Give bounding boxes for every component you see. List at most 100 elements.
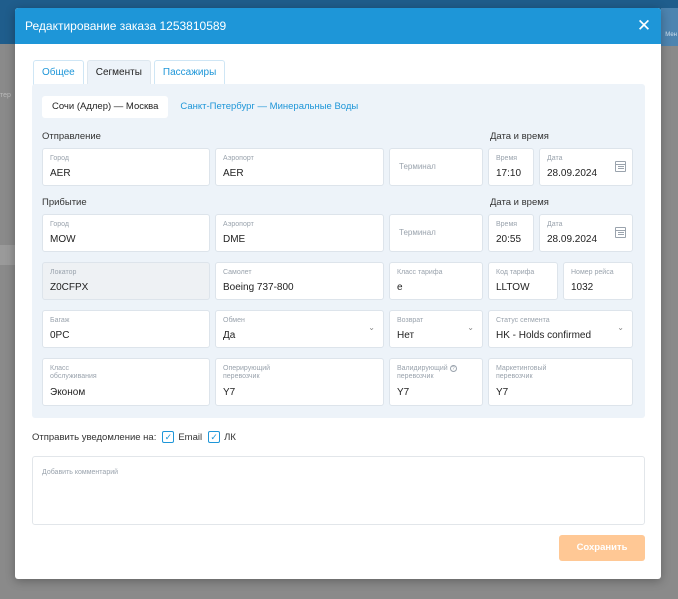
segment-status-select[interactable]: Статус сегмента HK - Holds confirmed ⌄ xyxy=(488,310,633,348)
refund-select[interactable]: Возврат Нет ⌄ xyxy=(389,310,483,348)
fare-code-field[interactable]: Код тарифа LLTOW xyxy=(488,262,558,300)
field-label: Локатор xyxy=(50,269,77,276)
tab-passengers[interactable]: Пассажиры xyxy=(153,60,226,85)
arrival-city-field[interactable]: Город MOW xyxy=(42,214,210,252)
modal-header: Редактирование заказа 1253810589 xyxy=(15,8,661,44)
validating-carrier-field[interactable]: Валидирующий? перевозчик Y7 xyxy=(389,358,483,406)
background-strip xyxy=(0,245,15,265)
field-value: Y7 xyxy=(397,387,410,398)
field-label-line: обслуживания xyxy=(50,373,97,380)
exchange-select[interactable]: Обмен Да ⌄ xyxy=(215,310,384,348)
notify-row: Отправить уведомление на: ✓ Email ✓ ЛК xyxy=(32,431,236,443)
field-value: Y7 xyxy=(223,387,236,398)
chevron-down-icon: ⌄ xyxy=(617,323,624,332)
field-label: Класс тарифа xyxy=(397,269,443,276)
lk-label: ЛК xyxy=(224,431,236,443)
tabs: Общее Сегменты Пассажиры xyxy=(33,60,228,85)
arrival-terminal-field[interactable]: Терминал xyxy=(389,214,483,252)
background-right-strip: Мен xyxy=(661,8,678,46)
field-label: Дата xyxy=(547,155,563,162)
departure-airport-field[interactable]: Аэропорт AER xyxy=(215,148,384,186)
field-value: 20:55 xyxy=(496,234,522,245)
field-label: Класс обслуживания xyxy=(50,365,97,381)
field-value: AER xyxy=(50,168,71,179)
departure-datetime-heading: Дата и время xyxy=(490,131,549,142)
field-value: Да xyxy=(223,330,236,341)
email-label: Email xyxy=(178,431,203,443)
modal-title: Редактирование заказа 1253810589 xyxy=(25,19,227,33)
field-value: Нет xyxy=(397,330,415,341)
field-label-line: Маркетинговый xyxy=(496,365,547,372)
field-label: Код тарифа xyxy=(496,269,535,276)
fare-class-field[interactable]: Класс тарифа e xyxy=(389,262,483,300)
field-value: 28.09.2024 xyxy=(547,168,598,179)
chevron-down-icon: ⌄ xyxy=(467,323,474,332)
departure-time-field[interactable]: Время 17:10 xyxy=(488,148,534,186)
arrival-date-field[interactable]: Дата 28.09.2024 xyxy=(539,214,633,252)
field-value: Z0CFPX xyxy=(50,282,89,293)
field-value: LLTOW xyxy=(496,282,530,293)
tab-general[interactable]: Общее xyxy=(33,60,84,85)
save-button[interactable]: Сохранить xyxy=(559,535,645,561)
field-label-line: Валидирующий xyxy=(397,365,448,372)
aircraft-field[interactable]: Самолет Boeing 737-800 xyxy=(215,262,384,300)
calendar-icon[interactable] xyxy=(615,227,626,238)
field-label-line: Оперирующий xyxy=(223,365,271,372)
field-label-line: Класс xyxy=(50,365,70,372)
info-icon[interactable]: ? xyxy=(449,365,457,372)
comment-textarea[interactable]: Добавить комментарий xyxy=(32,456,645,525)
departure-heading: Отправление xyxy=(42,131,101,142)
route-tab-spb-minvody[interactable]: Санкт-Петербург — Минеральные Воды xyxy=(170,96,368,118)
field-value: HK - Holds confirmed xyxy=(496,330,592,341)
arrival-airport-field[interactable]: Аэропорт DME xyxy=(215,214,384,252)
departure-city-field[interactable]: Город AER xyxy=(42,148,210,186)
arrival-time-field[interactable]: Время 20:55 xyxy=(488,214,534,252)
notify-label: Отправить уведомление на: xyxy=(32,431,157,443)
field-label: Город xyxy=(50,155,69,162)
field-label: Багаж xyxy=(50,317,70,324)
lk-checkbox[interactable]: ✓ xyxy=(208,431,221,443)
departure-terminal-field[interactable]: Терминал xyxy=(389,148,483,186)
calendar-icon[interactable] xyxy=(615,161,626,172)
segments-panel: Сочи (Адлер) — Москва Санкт-Петербург — … xyxy=(32,84,645,418)
field-value: AER xyxy=(223,168,244,179)
field-value: MOW xyxy=(50,234,76,245)
field-label: Валидирующий? перевозчик xyxy=(397,365,457,381)
field-value: DME xyxy=(223,234,246,245)
marketing-carrier-field[interactable]: Маркетинговый перевозчик Y7 xyxy=(488,358,633,406)
edit-order-modal: Редактирование заказа 1253810589 ✕ Общее… xyxy=(15,8,661,579)
field-value: Y7 xyxy=(496,387,509,398)
baggage-field[interactable]: Багаж 0PC xyxy=(42,310,210,348)
field-value: 1032 xyxy=(571,282,594,293)
field-label: Аэропорт xyxy=(223,155,254,162)
field-value: 0PC xyxy=(50,330,70,341)
field-value: 28.09.2024 xyxy=(547,234,598,245)
service-class-field[interactable]: Класс обслуживания Эконом xyxy=(42,358,210,406)
field-label: Время xyxy=(496,155,518,162)
background-side-text: тер xyxy=(0,92,11,99)
field-label: Оперирующий перевозчик xyxy=(223,365,270,381)
background-side-text: Мен xyxy=(665,32,677,38)
field-value: 17:10 xyxy=(496,168,522,179)
tab-segments[interactable]: Сегменты xyxy=(86,60,151,85)
operating-carrier-field[interactable]: Оперирующий перевозчик Y7 xyxy=(215,358,384,406)
email-checkbox[interactable]: ✓ xyxy=(162,431,175,443)
field-placeholder: Терминал xyxy=(399,228,436,237)
field-label-line: перевозчик xyxy=(223,373,260,380)
field-label: Самолет xyxy=(223,269,252,276)
route-tabs: Сочи (Адлер) — Москва Санкт-Петербург — … xyxy=(42,96,370,118)
field-label: Время xyxy=(496,221,518,228)
field-label: Дата xyxy=(547,221,563,228)
field-label: Обмен xyxy=(223,317,245,324)
flight-number-field[interactable]: Номер рейса 1032 xyxy=(563,262,633,300)
departure-date-field[interactable]: Дата 28.09.2024 xyxy=(539,148,633,186)
chevron-down-icon: ⌄ xyxy=(368,323,375,332)
locator-field: Локатор Z0CFPX xyxy=(42,262,210,300)
field-label: Статус сегмента xyxy=(496,317,550,324)
arrival-datetime-heading: Дата и время xyxy=(490,197,549,208)
route-tab-sochi-moscow[interactable]: Сочи (Адлер) — Москва xyxy=(42,96,169,118)
field-label: Аэропорт xyxy=(223,221,254,228)
field-value: Boeing 737-800 xyxy=(223,282,294,293)
close-icon[interactable]: ✕ xyxy=(635,17,653,35)
comment-placeholder: Добавить комментарий xyxy=(42,469,119,476)
